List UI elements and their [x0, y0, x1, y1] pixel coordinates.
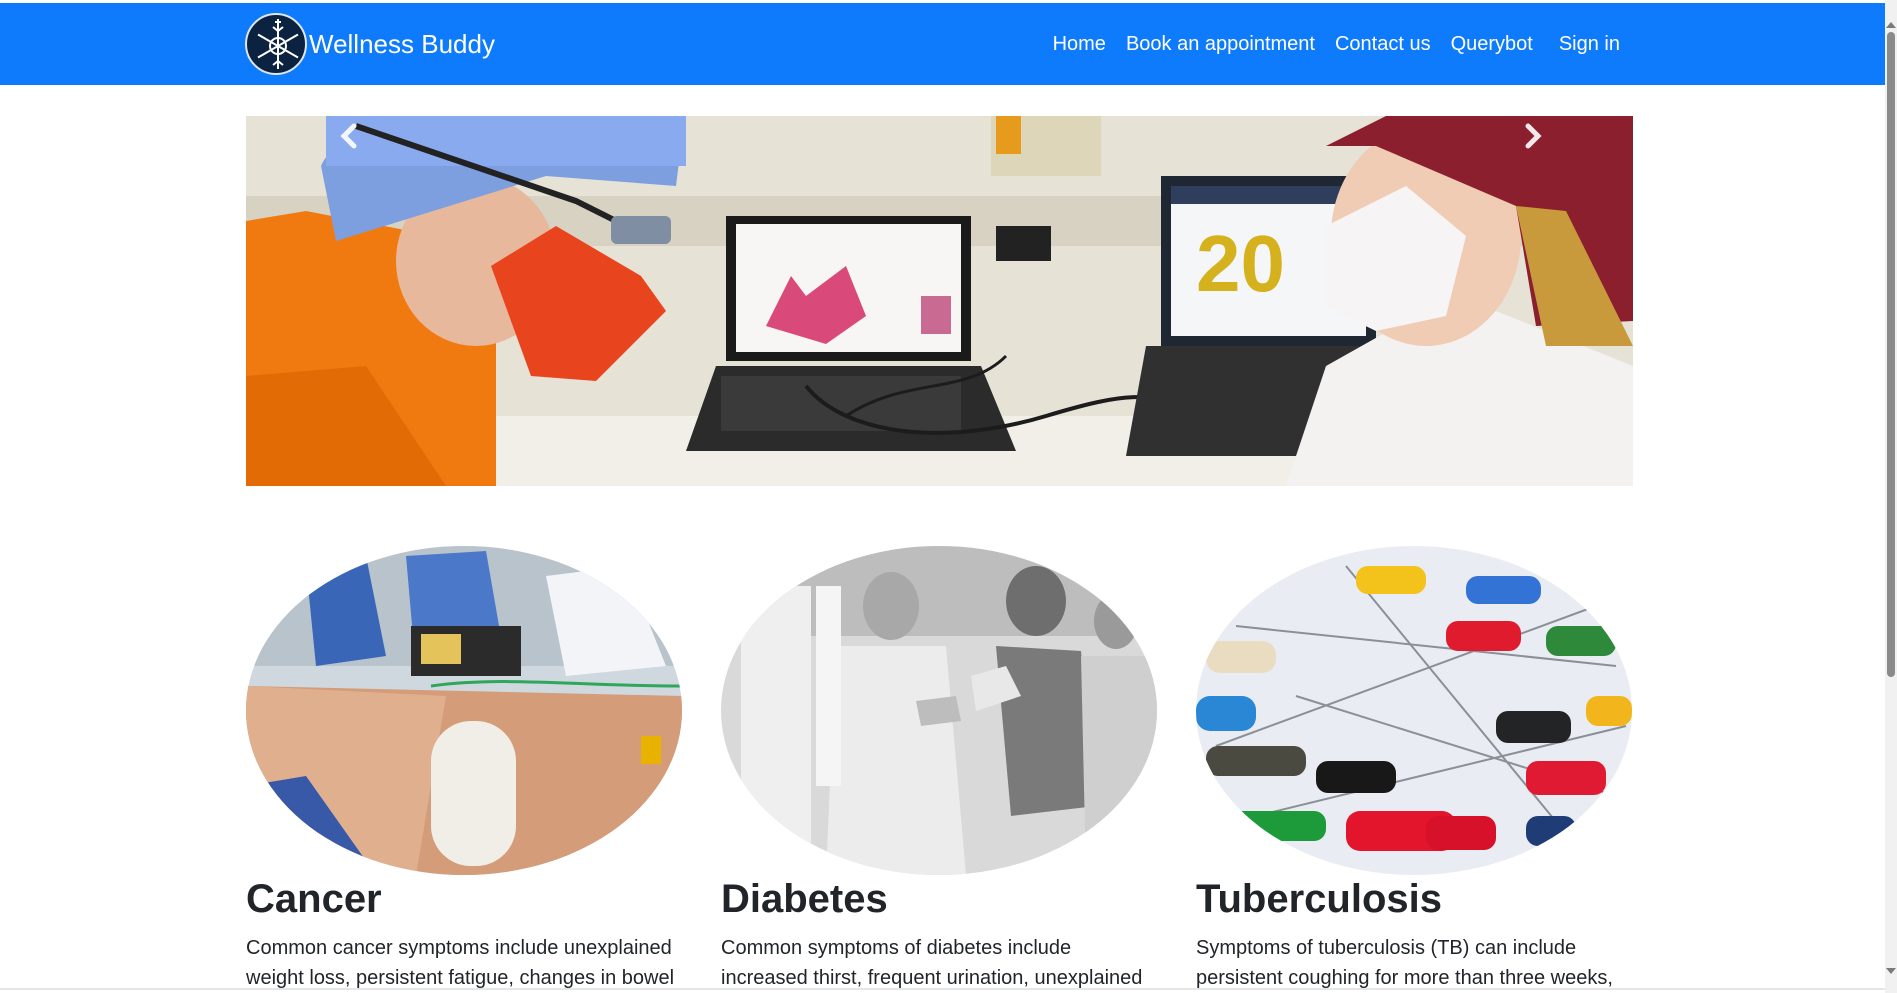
scrollbar-thumb[interactable] — [1887, 32, 1895, 677]
card-description: Common cancer symptoms include unexplain… — [246, 937, 675, 989]
snowflake-emblem-icon — [245, 13, 307, 75]
card-description: Common symptoms of diabetes include incr… — [721, 937, 1143, 989]
scroll-up-arrow-icon[interactable] — [1886, 22, 1896, 28]
carousel-next-icon[interactable] — [1512, 116, 1552, 156]
nav-links: Home Book an appointment Contact us Quer… — [1033, 3, 1620, 85]
disease-card-diabetes: Diabetes Common symptoms of diabetes inc… — [721, 546, 1157, 989]
nav-contact-link[interactable]: Contact us — [1335, 33, 1431, 56]
disease-card-tuberculosis: Tuberculosis Symptoms of tuberculosis (T… — [1196, 546, 1632, 989]
nav-querybot-link[interactable]: Querybot — [1451, 33, 1533, 56]
brand[interactable]: Wellness Buddy — [245, 13, 495, 75]
tuberculosis-card-image — [1196, 546, 1632, 875]
disease-card-cancer: Cancer Common cancer symptoms include un… — [246, 546, 682, 989]
carousel-prev-icon[interactable] — [330, 116, 370, 156]
sign-in-link[interactable]: Sign in — [1559, 33, 1620, 56]
hero-carousel[interactable]: 20 — [246, 116, 1633, 486]
scroll-down-arrow-icon[interactable] — [1886, 968, 1896, 974]
carousel-slide-image: 20 — [246, 116, 1633, 486]
card-description: Symptoms of tuberculosis (TB) can includ… — [1196, 937, 1613, 989]
top-navbar: Wellness Buddy Home Book an appointment … — [0, 3, 1885, 85]
diabetes-card-image — [721, 546, 1157, 875]
brand-name: Wellness Buddy — [309, 28, 495, 59]
nav-book-appointment-link[interactable]: Book an appointment — [1126, 33, 1315, 56]
card-title: Diabetes — [721, 877, 888, 921]
slide-badge-text: 20 — [1196, 219, 1285, 308]
card-title: Cancer — [246, 877, 382, 921]
cancer-card-image — [246, 546, 682, 875]
nav-home-link[interactable]: Home — [1053, 33, 1106, 56]
card-title: Tuberculosis — [1196, 877, 1442, 921]
page-bottom-divider — [0, 988, 1885, 990]
